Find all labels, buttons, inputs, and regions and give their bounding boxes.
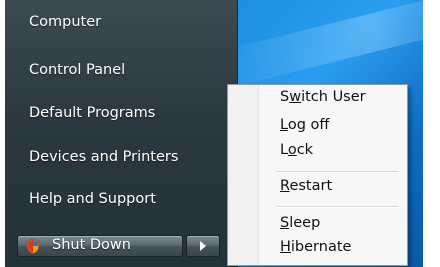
- menu-separator: [276, 171, 398, 173]
- menu-gutter: [228, 85, 259, 265]
- start-menu-right-pane: Computer Control Panel Default Programs …: [5, 0, 238, 267]
- menu-item-log-off[interactable]: Log off: [280, 117, 329, 133]
- menu-item-sleep[interactable]: Sleep: [280, 215, 320, 231]
- menu-text: leep: [289, 215, 321, 231]
- menu-item-help-and-support[interactable]: Help and Support: [29, 191, 156, 207]
- shut-down-button[interactable]: Shut Down: [17, 235, 183, 257]
- menu-text: ibernate: [290, 239, 352, 255]
- menu-text: estart: [289, 178, 333, 194]
- menu-item-computer[interactable]: Computer: [29, 14, 101, 30]
- wallpaper-streak: [216, 0, 423, 89]
- access-key: S: [280, 215, 290, 231]
- access-key: o: [287, 142, 297, 158]
- access-key: w: [289, 89, 302, 105]
- shut-down-label: Shut Down: [52, 237, 131, 253]
- menu-text: ck: [296, 142, 314, 158]
- arrow-right-icon: [200, 241, 206, 251]
- menu-item-restart[interactable]: Restart: [280, 178, 332, 194]
- menu-item-default-programs[interactable]: Default Programs: [29, 105, 155, 121]
- menu-item-hibernate[interactable]: Hibernate: [280, 239, 351, 255]
- menu-text: itch User: [301, 89, 366, 105]
- menu-text: og off: [287, 117, 330, 133]
- menu-item-switch-user[interactable]: Switch User: [280, 89, 366, 105]
- menu-item-control-panel[interactable]: Control Panel: [29, 62, 125, 78]
- menu-separator: [276, 206, 398, 208]
- shut-down-options-menu: Switch User Log off Lock Restart Sleep H…: [227, 84, 408, 266]
- uac-shield-icon: [26, 239, 40, 254]
- menu-item-devices-and-printers[interactable]: Devices and Printers: [29, 149, 178, 165]
- shut-down-options-button[interactable]: [186, 235, 220, 257]
- menu-item-lock[interactable]: Lock: [280, 142, 313, 158]
- access-key: H: [280, 239, 291, 255]
- menu-text: S: [280, 89, 290, 105]
- screen: Computer Control Panel Default Programs …: [5, 0, 423, 267]
- access-key: L: [280, 117, 288, 133]
- menu-text: L: [280, 142, 288, 158]
